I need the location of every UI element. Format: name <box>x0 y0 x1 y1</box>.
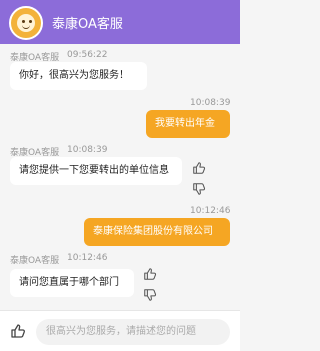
page-title: 泰康OA客服 <box>52 17 123 32</box>
thumbs-up-icon[interactable] <box>143 267 157 281</box>
user-message: 我要转出年金 <box>146 110 230 138</box>
thumbs-down-icon[interactable] <box>143 288 157 302</box>
bot-message: 请问您直属于哪个部门 <box>10 269 134 297</box>
header-bar: 泰康OA客服 <box>0 0 240 44</box>
feedback-thumb-icon[interactable] <box>10 323 26 339</box>
input-bar: 很高兴为您服务，请描述您的问题 <box>0 310 240 351</box>
thumbs-up-icon[interactable] <box>192 161 206 175</box>
thumbs-down-icon[interactable] <box>192 182 206 196</box>
message-input[interactable]: 很高兴为您服务，请描述您的问题 <box>36 319 230 345</box>
message-time: 10:08:39 <box>190 98 231 108</box>
message-time: 10:12:46 <box>190 206 231 216</box>
bot-message: 你好，很高兴为您服务！ <box>10 62 147 90</box>
message-time: 10:12:46 <box>67 253 108 263</box>
bot-message: 请您提供一下您要转出的单位信息 <box>10 157 182 185</box>
message-time: 10:08:39 <box>67 145 108 155</box>
avatar-icon <box>9 6 43 40</box>
user-message: 泰康保险集团股份有限公司 <box>84 218 230 246</box>
message-sender: 泰康OA客服 <box>10 256 60 266</box>
message-time: 09:56:22 <box>67 50 108 60</box>
